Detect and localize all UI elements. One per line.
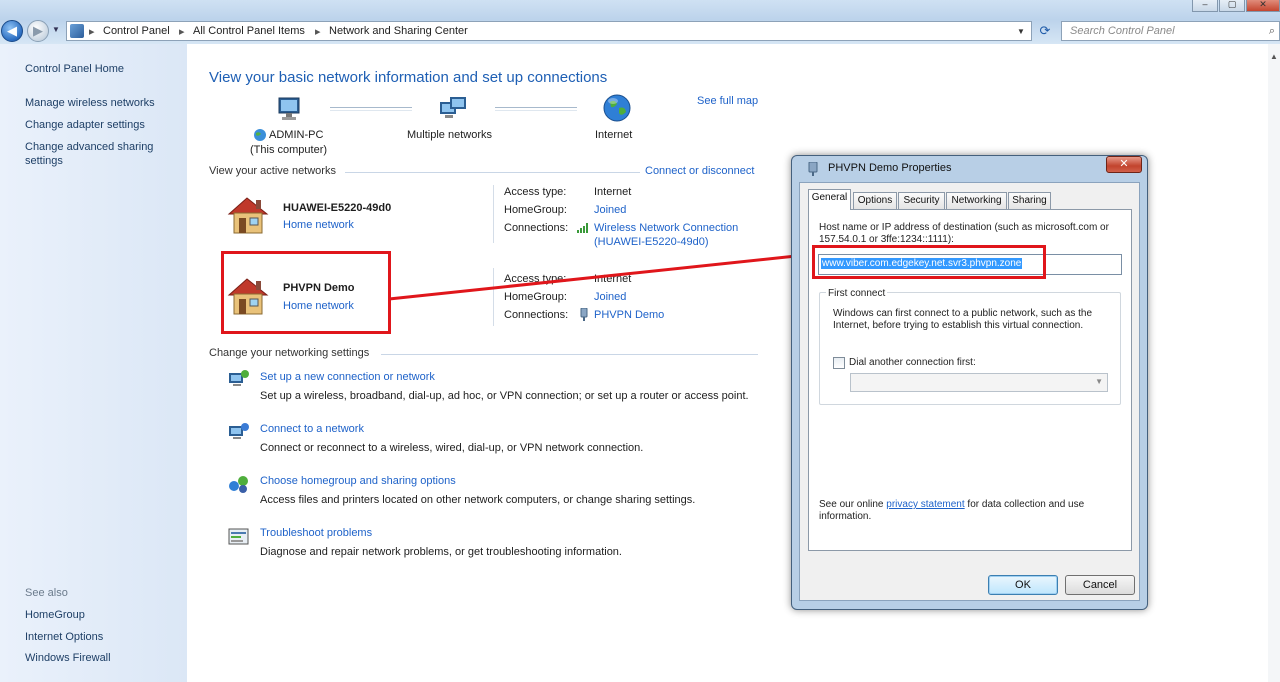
dial-another-label: Dial another connection first: xyxy=(849,357,976,368)
privacy-statement-link[interactable]: privacy statement xyxy=(886,499,964,510)
first-connect-text-line2: Internet, before trying to establish thi… xyxy=(833,320,1084,331)
tab-security[interactable]: Security xyxy=(898,192,945,209)
dial-another-checkbox[interactable] xyxy=(833,357,845,369)
first-connect-heading: First connect xyxy=(826,288,888,300)
first-connect-text-line1: Windows can first connect to a public ne… xyxy=(833,308,1093,319)
privacy-suffix: for data collection and use xyxy=(964,499,1085,510)
dial-connection-select[interactable]: ▼ xyxy=(850,373,1108,392)
cancel-button[interactable]: Cancel xyxy=(1065,575,1135,595)
privacy-prefix: See our online xyxy=(819,499,887,510)
privacy-text-line1: See our online privacy statement for dat… xyxy=(819,499,1084,511)
chevron-down-icon: ▼ xyxy=(1095,377,1103,386)
dialog-close-button[interactable]: ✕ xyxy=(1106,156,1142,173)
tab-options[interactable]: Options xyxy=(853,192,897,209)
highlight-annotation-box xyxy=(812,245,1046,279)
tab-sharing[interactable]: Sharing xyxy=(1008,192,1051,209)
ok-button[interactable]: OK xyxy=(988,575,1058,595)
privacy-text-line2: information. xyxy=(819,511,872,522)
dialog-title: PHVPN Demo Properties xyxy=(828,162,952,174)
dialog-vpn-icon xyxy=(806,161,820,176)
tab-networking[interactable]: Networking xyxy=(946,192,1007,209)
tab-general[interactable]: General xyxy=(808,189,851,210)
host-label-line1: Host name or IP address of destination (… xyxy=(819,222,1109,233)
